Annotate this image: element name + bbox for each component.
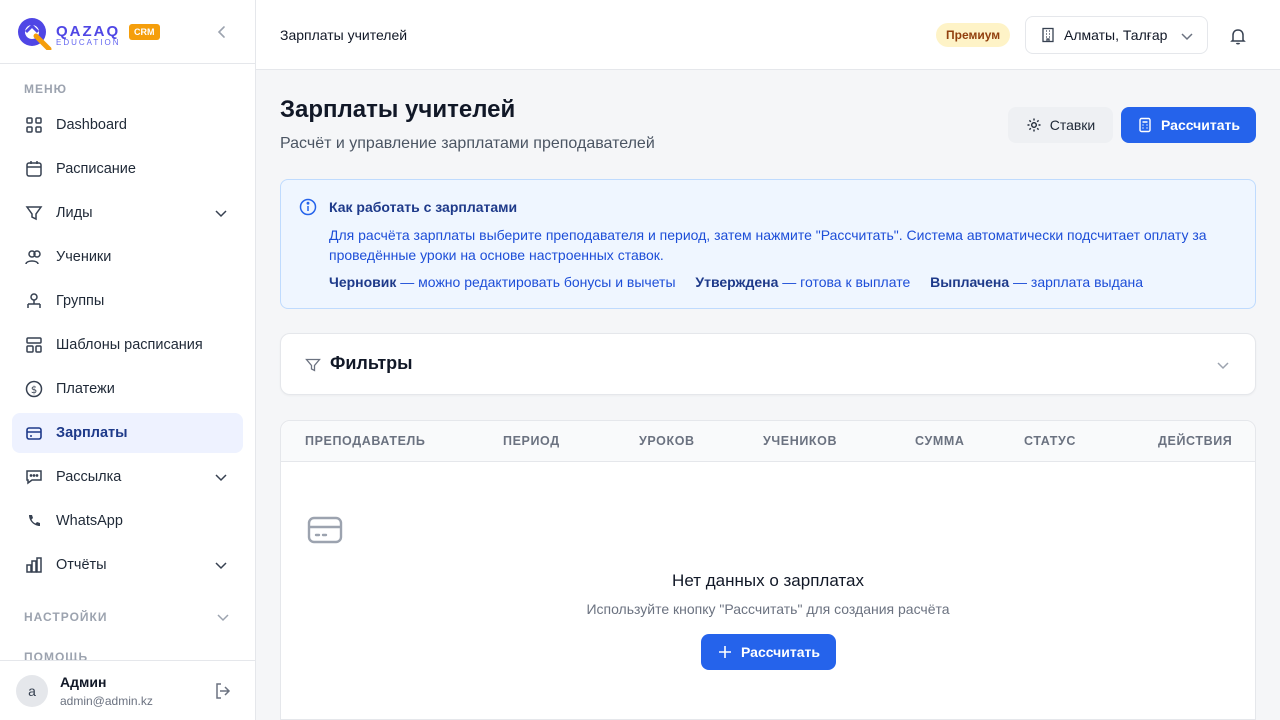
chevron-down-icon (1217, 362, 1229, 370)
chart-icon (24, 555, 44, 575)
column-header[interactable]: СТАТУС (1024, 434, 1076, 448)
info-title: Как работать с зарплатами (329, 199, 518, 215)
status-name: Утверждена (695, 274, 779, 290)
logo-icon (18, 18, 52, 50)
table-header: ПРЕПОДАВАТЕЛЬ ПЕРИОД УРОКОВ УЧЕНИКОВ СУМ… (281, 421, 1255, 462)
brand-sub: EDUCATION (56, 38, 121, 47)
salaries-table: ПРЕПОДАВАТЕЛЬ ПЕРИОД УРОКОВ УЧЕНИКОВ СУМ… (280, 420, 1256, 720)
rates-label: Ставки (1049, 117, 1096, 133)
sidebar-item-label: Dashboard (56, 117, 127, 133)
branch-select[interactable]: Алматы, Талғар (1025, 16, 1208, 54)
menu-section-label: МЕНЮ (24, 82, 68, 96)
status-desc: — готова к выплате (782, 274, 911, 290)
chevron-down-icon (1181, 33, 1193, 41)
column-header[interactable]: УРОКОВ (639, 434, 695, 448)
chevron-down-icon[interactable] (213, 557, 229, 573)
sidebar-item-payments[interactable]: $ Платежи (12, 369, 243, 409)
sidebar-item-label: Группы (56, 293, 105, 309)
sidebar-item-salaries[interactable]: Зарплаты (12, 413, 243, 453)
logout-icon[interactable] (213, 681, 233, 701)
sidebar-item-leads[interactable]: Лиды (12, 193, 243, 233)
filters-panel[interactable]: Фильтры (280, 333, 1256, 395)
sidebar-item-dashboard[interactable]: Dashboard (12, 105, 243, 145)
column-header[interactable]: ДЕЙСТВИЯ (1158, 434, 1232, 448)
plus-icon (719, 646, 731, 658)
sidebar-item-students[interactable]: Ученики (12, 237, 243, 277)
sidebar-item-label: Лиды (56, 205, 93, 221)
phone-icon (24, 511, 44, 531)
sidebar: QAZAQ EDUCATION CRM МЕНЮ Dashboard Распи… (0, 0, 256, 720)
calculate-label: Рассчитать (1161, 117, 1240, 133)
column-header[interactable]: ПЕРИОД (503, 434, 560, 448)
column-header[interactable]: УЧЕНИКОВ (763, 434, 837, 448)
status-name: Черновик (329, 274, 397, 290)
page-title: Зарплаты учителей (280, 96, 516, 123)
logo-row: QAZAQ EDUCATION CRM (0, 0, 255, 64)
page-subtitle: Расчёт и управление зарплатами преподава… (280, 135, 655, 152)
calculate-button[interactable]: Рассчитать (1121, 107, 1256, 143)
user-name: Админ (60, 674, 107, 690)
info-text: Для расчёта зарплаты выберите преподават… (329, 227, 1207, 263)
sidebar-item-schedule[interactable]: Расписание (12, 149, 243, 189)
top-header: Зарплаты учителей Премиум Алматы, Талғар (256, 0, 1280, 70)
status-name: Выплачена (930, 274, 1010, 290)
sidebar-item-label: WhatsApp (56, 513, 123, 529)
sidebar-item-whatsapp[interactable]: WhatsApp (12, 501, 243, 541)
crm-badge: CRM (129, 24, 160, 40)
chevron-down-icon[interactable] (213, 205, 229, 221)
branch-label: Алматы, Талғар (1064, 27, 1168, 43)
sidebar-item-label: Рассылка (56, 469, 122, 485)
empty-calculate-label: Рассчитать (741, 644, 820, 660)
template-icon (24, 335, 44, 355)
groups-icon (24, 291, 44, 311)
message-icon (24, 467, 44, 487)
sidebar-item-groups[interactable]: Группы (12, 281, 243, 321)
empty-calculate-button[interactable]: Рассчитать (701, 634, 836, 670)
sidebar-item-label: Платежи (56, 381, 115, 397)
settings-section-label[interactable]: НАСТРОЙКИ (24, 610, 107, 624)
bell-icon[interactable] (1228, 26, 1248, 46)
status-desc: — можно редактировать бонусы и вычеты (400, 274, 676, 290)
info-icon (299, 198, 317, 216)
sidebar-item-label: Ученики (56, 249, 112, 265)
sidebar-item-mailing[interactable]: Рассылка (12, 457, 243, 497)
empty-state-title: Нет данных о зарплатах (672, 571, 864, 590)
column-header[interactable]: ПРЕПОДАВАТЕЛЬ (305, 434, 425, 448)
user-email: admin@admin.kz (60, 694, 153, 708)
sidebar-item-label: Шаблоны расписания (56, 337, 203, 353)
premium-badge: Премиум (936, 23, 1011, 47)
status-desc: — зарплата выдана (1013, 274, 1144, 290)
rates-button[interactable]: Ставки (1008, 107, 1113, 143)
dollar-icon: $ (24, 379, 44, 399)
avatar: a (16, 675, 48, 707)
calendar-icon (24, 159, 44, 179)
sidebar-item-reports[interactable]: Отчёты (12, 545, 243, 585)
dashboard-icon (24, 115, 44, 135)
status-legend: Черновик — можно редактировать бонусы и … (329, 274, 1143, 290)
card-icon (24, 423, 44, 443)
sidebar-item-schedule-templates[interactable]: Шаблоны расписания (12, 325, 243, 365)
sidebar-item-label: Зарплаты (56, 425, 128, 441)
funnel-icon (24, 203, 44, 223)
chevron-down-icon[interactable] (215, 609, 231, 625)
user-bar: a Админ admin@admin.kz (0, 660, 255, 720)
gear-icon (1027, 118, 1041, 132)
empty-state-subtitle: Используйте кнопку "Рассчитать" для созд… (586, 601, 950, 617)
chevron-down-icon[interactable] (213, 469, 229, 485)
sidebar-item-label: Отчёты (56, 557, 107, 573)
header-title: Зарплаты учителей (280, 27, 408, 43)
calculator-icon (1139, 117, 1151, 133)
users-icon (24, 247, 44, 267)
svg-text:$: $ (31, 385, 37, 396)
card-icon (307, 516, 343, 544)
chevron-left-icon[interactable] (212, 22, 232, 42)
sidebar-item-label: Расписание (56, 161, 136, 177)
column-header[interactable]: СУММА (915, 434, 965, 448)
filters-title: Фильтры (330, 353, 413, 373)
building-icon (1042, 27, 1054, 43)
filter-icon (305, 358, 321, 372)
info-box: Как работать с зарплатами Для расчёта за… (280, 179, 1256, 309)
